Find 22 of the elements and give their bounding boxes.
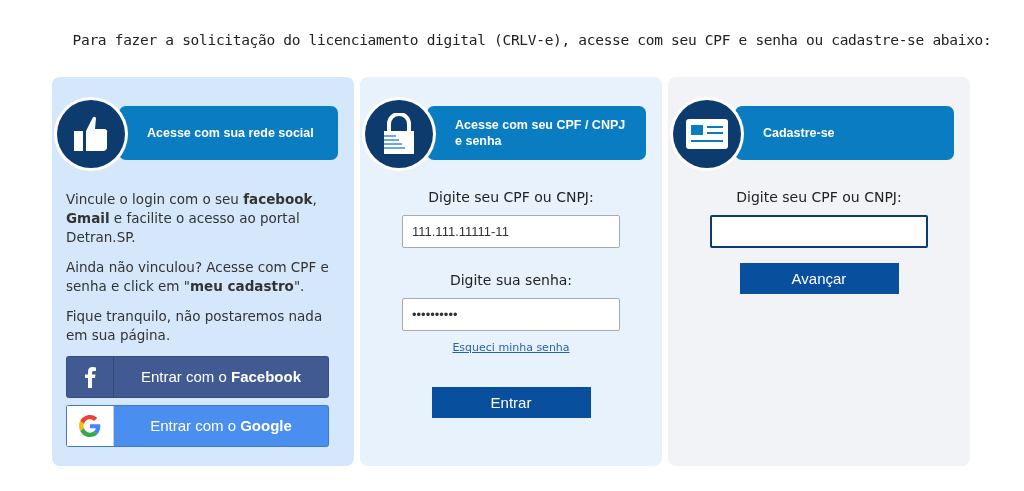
submit-button[interactable]: Avançar xyxy=(739,263,899,294)
intro-text: Para fazer a solicitação do licenciamento digital (CRLV-e), acesse com seu CPF e senha ou cadastre-se abaixo: xyxy=(72,32,992,48)
input-field[interactable] xyxy=(710,215,928,248)
info-paragraph: Fique tranquilo, não postaremos nada em sua página. xyxy=(66,307,324,345)
section-header: Acesse com sua rede social xyxy=(119,106,338,160)
field-label: Digite seu CPF ou CNPJ: xyxy=(428,189,594,205)
id-card-icon xyxy=(686,119,728,149)
field-label: Digite seu CPF ou CNPJ: xyxy=(736,189,902,205)
thumbs-up-icon xyxy=(74,115,108,153)
facebook-login-button[interactable]: Entrar com o Facebook xyxy=(66,356,329,398)
submit-button[interactable]: Entrar xyxy=(431,387,591,418)
facebook-icon xyxy=(84,366,96,388)
section-header: Acesse com seu CPF / CNPJ e senha xyxy=(427,106,646,160)
google-icon xyxy=(79,415,101,437)
forgot-password-link[interactable]: Esqueci minha senha xyxy=(452,341,570,354)
field-label: Digite sua senha: xyxy=(449,272,573,288)
info-paragraph: Ainda não vinculou? Acesse com CPF e senha e click em "meu cadastro". xyxy=(66,258,330,296)
section-header: Cadastre-se xyxy=(735,106,954,160)
info-paragraph: Vincule o login com o seu facebook, Gmail e facilite o acesso ao portal Detran.SP. xyxy=(66,190,318,247)
padlock-icon xyxy=(381,113,417,155)
input-field[interactable]: 111.111.11111-11 xyxy=(402,215,620,248)
input-field[interactable]: •••••••••• xyxy=(402,298,620,331)
